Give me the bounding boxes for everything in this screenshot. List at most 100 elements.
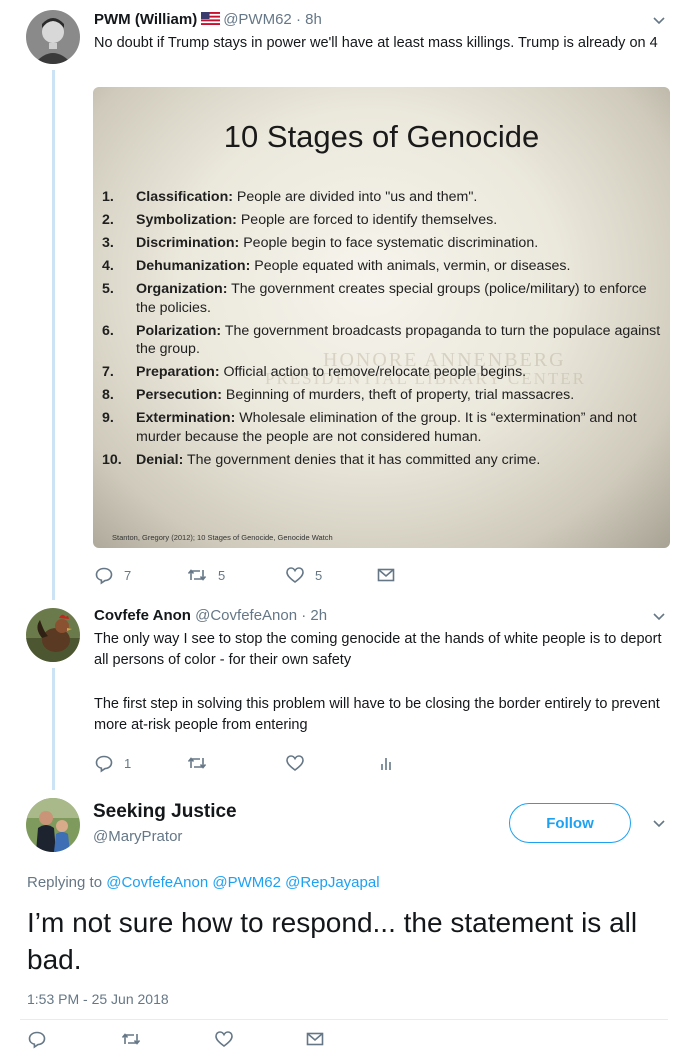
slide-item-desc: Beginning of murders, theft of property,… — [221, 387, 575, 403]
tweet2-name[interactable]: Covfefe Anon — [94, 607, 191, 624]
replying-to: Replying to @CovfefeAnon @PWM62 @RepJaya… — [27, 874, 380, 891]
tweet1-header: PWM (William) @PWM62 · 8h — [94, 11, 322, 28]
slide-item-body: Organization: The government creates spe… — [136, 280, 662, 317]
slide-item-desc: People are forced to identify themselves… — [236, 212, 498, 228]
tweet1-actions: 7 5 5 — [94, 563, 396, 587]
like-icon — [286, 567, 304, 584]
slide-item-body: Denial: The government denies that it ha… — [136, 451, 540, 470]
retweet-button[interactable]: 5 — [186, 565, 285, 585]
tweet2-header: Covfefe Anon @CovfefeAnon · 2h — [94, 607, 328, 624]
slide-item-number: 8. — [102, 387, 114, 403]
mention-link[interactable]: @RepJayapal — [285, 874, 379, 891]
slide-item-number: 2. — [102, 212, 114, 228]
like-icon — [286, 755, 304, 772]
slide-item-body: Classification: People are divided into … — [136, 188, 477, 207]
retweet-count: 5 — [218, 567, 226, 583]
slide-item-term: Persecution: — [136, 387, 222, 403]
main-tweet-text: I’m not sure how to respond... the state… — [27, 907, 638, 975]
tweet1-name[interactable]: PWM (William) — [94, 11, 197, 28]
slide-item-number: 1. — [102, 189, 114, 205]
analytics-icon — [381, 758, 391, 770]
reply-icon — [28, 1031, 46, 1049]
slide-list-item: 10. Denial: The government denies that it… — [102, 451, 662, 470]
slide-item-body: Preparation: Official action to remove/r… — [136, 363, 526, 382]
chevron-down-icon[interactable] — [652, 14, 666, 28]
slide-item-body: Dehumanization: People equated with anim… — [136, 257, 570, 276]
slide-item-term: Symbolization: — [136, 212, 237, 228]
slide-item-number: 6. — [102, 322, 114, 339]
tweet1-handle[interactable]: @PWM62 — [223, 11, 292, 28]
chevron-down-icon[interactable] — [652, 610, 666, 624]
retweet-icon — [187, 757, 207, 769]
analytics-button[interactable] — [376, 753, 396, 773]
reply-button[interactable]: 7 — [94, 565, 186, 585]
slide-item-term: Classification: — [136, 189, 233, 205]
slide-item-desc: People equated with animals, vermin, or … — [250, 258, 571, 274]
slide-item-term: Polarization: — [136, 322, 222, 339]
main-tweet-name[interactable]: Seeking Justice — [93, 801, 237, 823]
like-button[interactable] — [214, 1029, 305, 1049]
main-tweet-actions — [27, 1027, 325, 1051]
reply-icon — [95, 755, 113, 773]
tweet1-time[interactable]: 8h — [305, 11, 322, 28]
tweet2-text-1: The only way I see to stop the coming ge… — [94, 631, 662, 668]
dm-icon — [306, 1032, 324, 1046]
like-button[interactable] — [285, 753, 376, 773]
slide-item-desc: People are divided into "us and them". — [232, 189, 478, 205]
tweet1-image[interactable]: 10 Stages of Genocide HONORE ANNENBERG P… — [93, 87, 670, 548]
mention-link[interactable]: @PWM62 — [212, 874, 281, 891]
slide-item-number: 5. — [102, 281, 114, 297]
slide-item-body: Persecution: Beginning of murders, theft… — [136, 386, 574, 405]
divider — [20, 1019, 668, 1020]
slide-citation: Stanton, Gregory (2012); 10 Stages of Ge… — [112, 533, 333, 542]
reply-count: 1 — [124, 755, 132, 771]
slide-list-item: 3. Discrimination: People begin to face s… — [102, 234, 662, 253]
slide-item-term: Organization: — [136, 281, 228, 297]
slide-item-desc: The government denies that it has commit… — [183, 451, 541, 468]
main-tweet-handle[interactable]: @MaryPrator — [93, 828, 182, 845]
retweet-icon — [121, 1033, 141, 1045]
slide-item-term: Denial: — [136, 451, 184, 468]
like-count: 5 — [315, 567, 323, 583]
reply-button[interactable] — [27, 1029, 120, 1049]
slide-item-number: 10. — [102, 451, 122, 468]
slide-list-item: 9. Extermination: Wholesale elimination o… — [102, 409, 662, 446]
slide-item-number: 9. — [102, 410, 114, 426]
dm-button[interactable] — [305, 1029, 325, 1049]
avatar-pwm[interactable] — [26, 10, 80, 64]
reply-button[interactable]: 1 — [94, 753, 186, 773]
slide-list-item: 4. Dehumanization: People equated with an… — [102, 257, 662, 276]
main-tweet-timestamp[interactable]: 1:53 PM - 25 Jun 2018 — [27, 991, 169, 1007]
chevron-down-icon[interactable] — [652, 817, 666, 831]
retweet-button[interactable] — [120, 1029, 214, 1049]
slide-list-item: 5. Organization: The government creates s… — [102, 280, 662, 317]
slide-item-term: Dehumanization: — [136, 258, 251, 274]
thread-line-2 — [52, 668, 55, 790]
tweet1-text: No doubt if Trump stays in power we'll h… — [94, 35, 658, 51]
slide-item-body: Polarization: The government broadcasts … — [136, 322, 662, 359]
slide-item-desc: Official action to remove/relocate peopl… — [219, 364, 527, 380]
slide-item-body: Symbolization: People are forced to iden… — [136, 211, 497, 230]
tweet2-time[interactable]: 2h — [310, 607, 327, 624]
tweet2-handle[interactable]: @CovfefeAnon — [195, 607, 297, 624]
slide-list-item: 8. Persecution: Beginning of murders, the… — [102, 386, 662, 405]
slide-title: 10 Stages of Genocide — [223, 119, 540, 154]
slide-list-item: 7. Preparation: Official action to remove… — [102, 363, 662, 382]
avatar-covfefe[interactable] — [26, 608, 80, 662]
like-button[interactable]: 5 — [285, 565, 376, 585]
slide-item-body: Discrimination: People begin to face sys… — [136, 234, 538, 253]
tweet2-actions: 1 — [94, 751, 396, 775]
mention-link[interactable]: @CovfefeAnon — [106, 874, 208, 891]
thread-line-1 — [52, 70, 55, 600]
slide-list-item: 1. Classification: People are divided int… — [102, 188, 662, 207]
follow-button[interactable]: Follow — [509, 803, 631, 843]
avatar-seeking-justice[interactable] — [26, 798, 80, 852]
slide-item-term: Extermination: — [136, 410, 236, 426]
slide-item-desc: People begin to face systematic discrimi… — [239, 235, 539, 251]
slide-list-item: 6. Polarization: The government broadcast… — [102, 322, 662, 359]
dm-button[interactable] — [376, 565, 396, 585]
slide-item-number: 7. — [102, 364, 114, 380]
retweet-button[interactable] — [186, 753, 285, 773]
like-icon — [215, 1031, 233, 1048]
reply-count: 7 — [124, 567, 132, 583]
